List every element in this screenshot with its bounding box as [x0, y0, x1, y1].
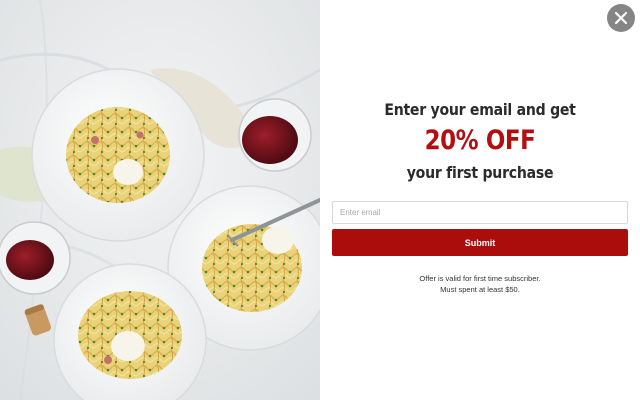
offer-terms: Offer is valid for first time subscriber… [320, 273, 640, 295]
close-icon [614, 11, 628, 25]
offer-terms-line-2: Must spent at least $50. [440, 285, 520, 294]
close-button[interactable] [607, 4, 635, 32]
submit-button[interactable]: Submit [332, 229, 628, 256]
discount-popup: Enter your email and get 20% OFF your fi… [0, 0, 640, 400]
pasta-dishes-photo [0, 0, 320, 400]
signup-form-panel: Enter your email and get 20% OFF your fi… [320, 0, 640, 400]
headline-bottom: your first purchase [406, 163, 554, 182]
email-field[interactable] [332, 201, 628, 224]
offer-headline: 20% OFF [424, 125, 536, 156]
offer-terms-line-1: Offer is valid for first time subscriber… [419, 274, 541, 283]
headline-top: Enter your email and get [384, 100, 576, 119]
